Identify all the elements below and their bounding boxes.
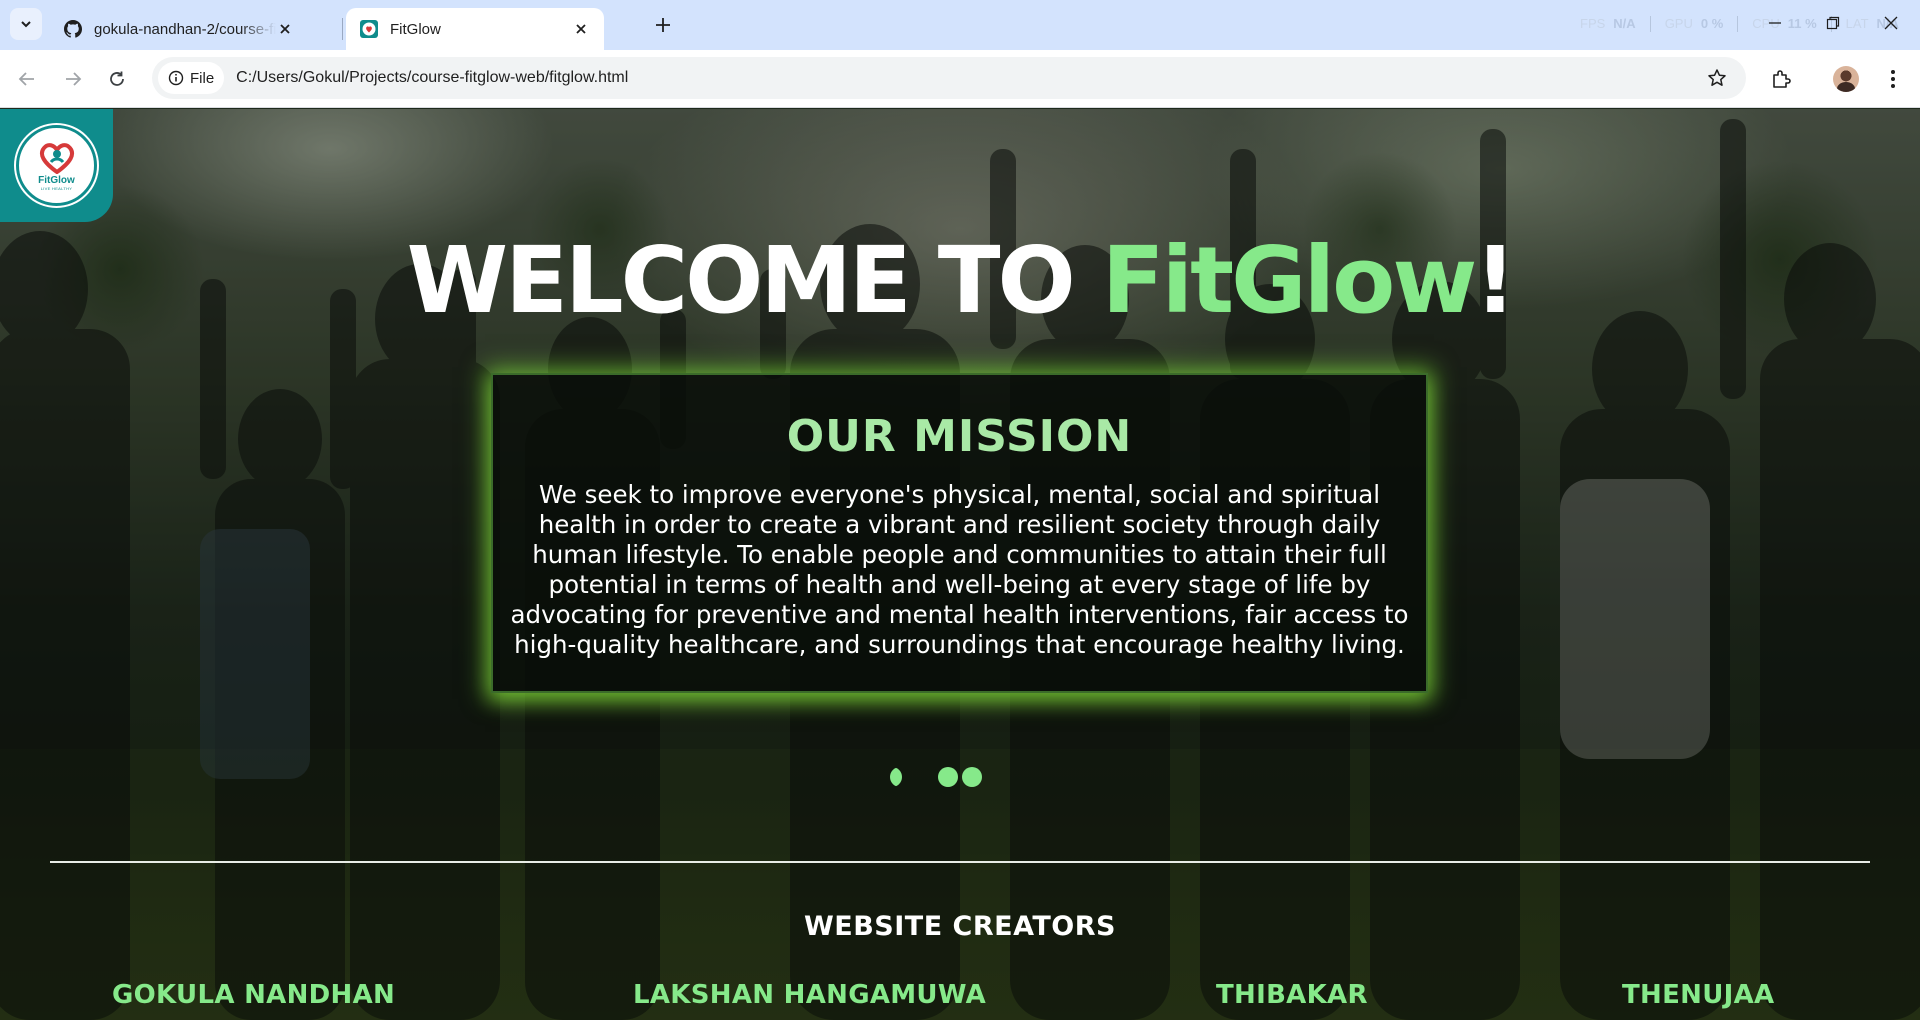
tab-search-button[interactable] [10,8,42,40]
creator-name: THENUJAA [1622,980,1775,1010]
section-divider [50,861,1870,863]
close-icon[interactable] [572,20,590,38]
restore-icon[interactable] [1824,14,1842,32]
back-button[interactable] [14,66,40,92]
site-info-label: File [190,69,215,87]
address-bar[interactable]: File C:/Users/Gokul/Projects/course-fitg… [152,57,1746,99]
url-text[interactable]: C:/Users/Gokul/Projects/course-fitglow-w… [236,69,628,87]
reload-button[interactable] [104,66,130,92]
chevron-down-icon [21,21,31,28]
tab-separator [342,18,343,40]
puzzle-icon [1773,70,1791,88]
tab-github[interactable]: gokula-nandhan-2/course-fitglow-web [50,8,308,50]
new-tab-button[interactable] [650,12,676,38]
forward-arrow-icon [66,72,82,86]
github-icon [64,20,82,38]
extensions-button[interactable] [1768,66,1794,92]
site-info-chip[interactable]: File [158,62,225,94]
headline-suffix: ! [1474,227,1516,334]
kebab-menu-icon [1891,70,1895,88]
carousel-dots [890,767,982,787]
creator-name: LAKSHAN HANGAMUWA [633,980,987,1010]
fps-label: FPS [1580,16,1606,31]
logo-text: FitGlow [38,175,75,186]
creator-name: THIBAKAR [1216,980,1368,1010]
divider [1649,16,1651,32]
site-logo-badge[interactable]: FitGlow LIVE HEALTHY [0,109,113,222]
page-viewport: FitGlow LIVE HEALTHY WELCOME TO FitGlow!… [0,109,1920,1020]
tab-fitglow[interactable]: FitGlow [346,8,604,50]
fitglow-favicon-icon [360,20,378,38]
carousel-dot[interactable] [962,767,982,787]
profile-avatar[interactable] [1833,66,1859,92]
window-controls [1766,14,1900,32]
logo: FitGlow LIVE HEALTHY [16,125,97,206]
reload-icon [110,71,124,86]
mission-title: OUR MISSION [786,411,1133,462]
mission-card: OUR MISSION We seek to improve everyone'… [491,373,1428,693]
tab-strip: gokula-nandhan-2/course-fitglow-web FitG… [0,0,1920,50]
plus-icon [656,18,670,32]
bookmark-star-icon[interactable] [1706,67,1728,89]
headline-prefix: WELCOME TO [406,227,1102,334]
tab-title: FitGlow [390,20,441,38]
carousel-dot[interactable] [938,767,958,787]
browser-menu-button[interactable] [1880,66,1906,92]
heart-logo-icon [39,143,74,174]
headline-brand: FitGlow [1101,227,1478,334]
info-icon [168,70,184,86]
divider [1737,16,1739,32]
carousel-dot[interactable] [890,767,910,787]
fps-value: N/A [1613,16,1636,31]
minimize-icon[interactable] [1766,14,1784,32]
logo-tagline: LIVE HEALTHY [40,186,73,191]
gpu-value: 0 % [1700,16,1724,31]
creator-name: GOKULA NANDHAN [112,980,396,1010]
creators-heading: WEBSITE CREATORS [803,911,1116,942]
page-title: WELCOME TO FitGlow! [0,227,1920,334]
browser-toolbar: File C:/Users/Gokul/Projects/course-fitg… [0,50,1920,108]
tab-title: gokula-nandhan-2/course-fitglow-web [94,20,276,38]
gpu-label: GPU [1664,16,1693,31]
close-window-icon[interactable] [1882,14,1900,32]
close-icon[interactable] [276,20,294,38]
back-arrow-icon [18,72,34,86]
forward-button[interactable] [60,66,86,92]
mission-text: We seek to improve everyone's physical, … [510,480,1409,659]
